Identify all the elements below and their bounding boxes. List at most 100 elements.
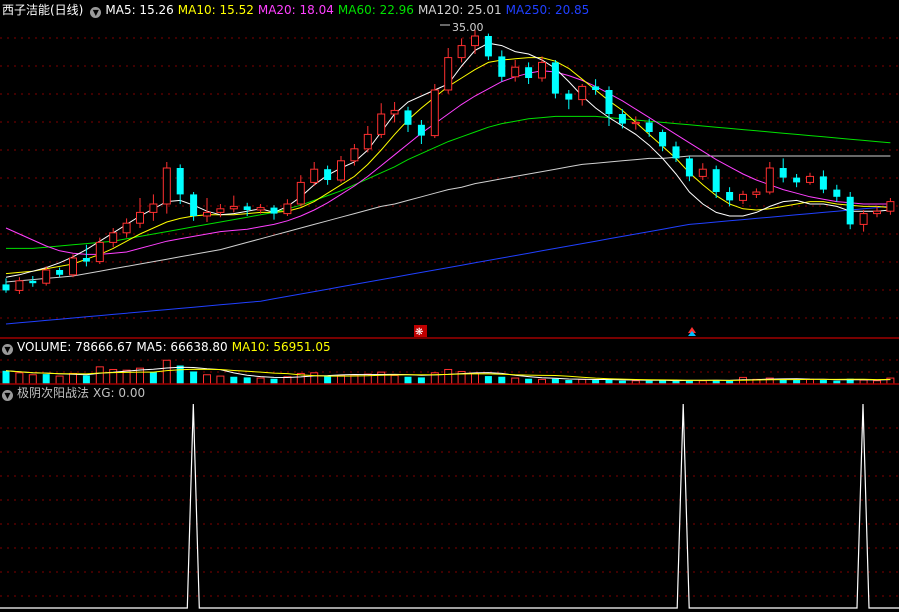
- candlestick[interactable]: [176, 164, 184, 204]
- stock-title[interactable]: 西子洁能(日线): [2, 3, 83, 17]
- candlestick[interactable]: [444, 48, 453, 94]
- candlestick[interactable]: [685, 156, 693, 182]
- candlestick[interactable]: [498, 50, 506, 82]
- volume-bar: [230, 376, 238, 384]
- candlestick[interactable]: [404, 106, 412, 132]
- candle-body: [404, 110, 412, 125]
- event-marker-icon[interactable]: ❋: [415, 327, 423, 338]
- candlestick[interactable]: [283, 199, 292, 216]
- candlestick[interactable]: [605, 86, 613, 126]
- candlestick[interactable]: [565, 90, 573, 110]
- volume-bar: [203, 374, 211, 385]
- candle-body: [363, 133, 372, 150]
- ma120-label: MA120: 25.01: [417, 3, 502, 17]
- candle-body: [645, 122, 653, 132]
- candle-body: [712, 169, 720, 192]
- volume-bar: [69, 372, 77, 385]
- candlestick[interactable]: [765, 162, 774, 195]
- candlesticks[interactable]: [2, 30, 895, 294]
- candlestick[interactable]: [149, 194, 158, 221]
- candlestick[interactable]: [430, 84, 439, 138]
- candlestick[interactable]: [698, 163, 707, 180]
- candlestick[interactable]: [819, 170, 827, 194]
- candlestick[interactable]: [390, 102, 399, 123]
- chevron-down-icon[interactable]: ▼: [2, 390, 13, 401]
- candlestick[interactable]: [136, 198, 144, 228]
- volume-legend: ▼ VOLUME: 78666.67 MA5: 66638.80 MA10: 5695…: [0, 339, 335, 355]
- volume-bar: [390, 374, 399, 385]
- candlestick[interactable]: [886, 198, 895, 215]
- candle-body: [430, 89, 439, 137]
- candle-body: [726, 192, 734, 201]
- candle-body: [296, 181, 305, 205]
- volume-bar: [190, 371, 198, 384]
- candlestick[interactable]: [417, 120, 425, 144]
- candlestick[interactable]: [363, 126, 372, 153]
- candlestick[interactable]: [95, 237, 104, 264]
- candlestick[interactable]: [15, 277, 24, 294]
- candlestick[interactable]: [296, 175, 305, 207]
- peak-price-label: 35.00: [452, 21, 484, 34]
- candlestick[interactable]: [779, 158, 787, 183]
- candle-body: [498, 56, 506, 77]
- candlestick[interactable]: [846, 192, 854, 230]
- candle-body: [457, 45, 466, 59]
- candle-body: [793, 177, 801, 183]
- candle-body: [551, 62, 559, 94]
- volume-bar: [176, 365, 184, 384]
- candlestick[interactable]: [2, 278, 10, 293]
- candlestick[interactable]: [350, 144, 359, 166]
- volume-ma10-label: MA10: 56951.05: [231, 340, 331, 354]
- candle-body: [886, 201, 895, 212]
- candlestick[interactable]: [551, 60, 559, 99]
- candlestick[interactable]: [229, 195, 238, 213]
- candle-body: [29, 280, 37, 284]
- candlestick[interactable]: [69, 254, 77, 278]
- candlestick[interactable]: [29, 276, 37, 287]
- candlestick[interactable]: [377, 103, 386, 138]
- candle-body: [229, 205, 238, 210]
- candle-body: [859, 213, 868, 225]
- ma60-label: MA60: 22.96: [337, 3, 414, 17]
- candlestick[interactable]: [484, 33, 492, 60]
- xg-signal-path: [0, 403, 899, 609]
- volume-bar: [337, 374, 345, 385]
- candle-body: [283, 203, 292, 215]
- candlestick[interactable]: [672, 141, 680, 162]
- volume-bar: [2, 370, 10, 384]
- volume-bars[interactable]: [2, 359, 895, 385]
- chevron-down-icon[interactable]: ▼: [2, 344, 13, 355]
- candlestick[interactable]: [310, 162, 319, 186]
- candlestick[interactable]: [793, 174, 801, 188]
- candle-body: [806, 175, 814, 183]
- candlestick[interactable]: [806, 172, 814, 185]
- ma5-label: MA5: 15.26: [105, 3, 174, 17]
- candlestick[interactable]: [457, 38, 466, 63]
- candlestick[interactable]: [538, 56, 546, 82]
- candlestick[interactable]: [726, 187, 734, 207]
- candlestick[interactable]: [752, 188, 761, 198]
- candlestick[interactable]: [337, 156, 345, 183]
- candlestick[interactable]: [578, 84, 587, 106]
- candlestick[interactable]: [122, 218, 131, 238]
- chevron-down-icon[interactable]: ▼: [90, 7, 102, 18]
- candle-body: [176, 168, 184, 195]
- candle-body: [873, 210, 881, 215]
- volume-bar: [270, 378, 278, 384]
- ma250-label: MA250: 20.85: [505, 3, 590, 17]
- volume-bar: [15, 372, 24, 385]
- candlestick[interactable]: [270, 205, 278, 220]
- candlestick[interactable]: [859, 210, 868, 232]
- candlestick[interactable]: [324, 165, 332, 185]
- candlestick[interactable]: [511, 60, 520, 82]
- volume-label: VOLUME: 78666.67: [17, 340, 133, 354]
- candlestick[interactable]: [739, 190, 747, 204]
- volume-bar: [149, 372, 157, 384]
- candlestick[interactable]: [56, 267, 64, 278]
- indicator-title[interactable]: 极阴次阳战法: [17, 386, 89, 400]
- candlestick[interactable]: [631, 116, 640, 130]
- chart-canvas[interactable]: 35.00 ❋: [0, 0, 899, 612]
- candle-body: [377, 113, 386, 135]
- candlestick[interactable]: [833, 184, 841, 202]
- candle-body: [122, 222, 131, 234]
